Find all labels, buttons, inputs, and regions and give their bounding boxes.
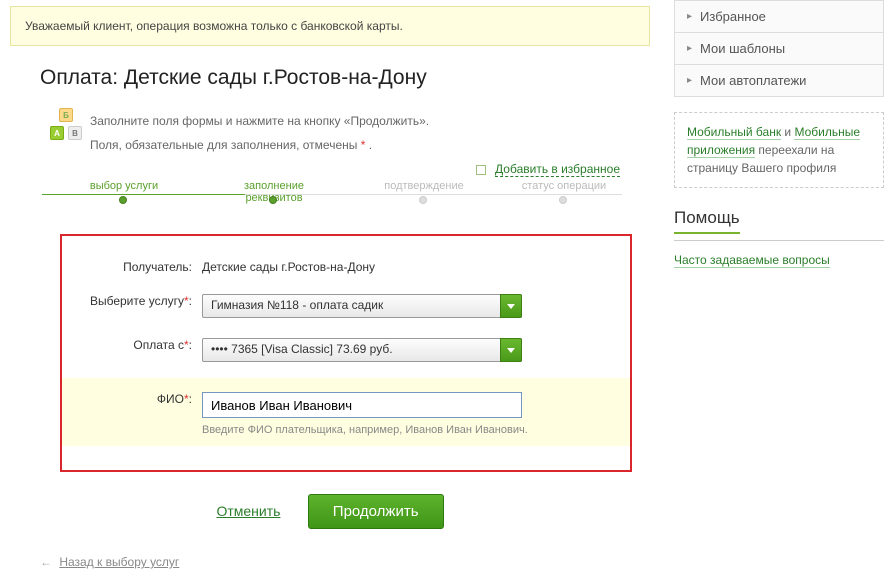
recipient-label: Получатель: <box>72 256 202 274</box>
faq-link[interactable]: Часто задаваемые вопросы <box>674 253 830 268</box>
sidebar-item-favorites[interactable]: ▸ Избранное <box>674 0 884 33</box>
help-section: Помощь <box>674 208 884 241</box>
checkbox-icon[interactable] <box>476 165 486 175</box>
sidebar-item-label: Избранное <box>700 9 766 24</box>
faq-link-row: Часто задаваемые вопросы <box>674 251 884 269</box>
progress-stepper: выбор услуги заполнение реквизитов подтв… <box>24 186 640 206</box>
step-fill-details: заполнение реквизитов <box>214 180 334 206</box>
chevron-down-icon[interactable] <box>500 338 522 362</box>
main-content: Уважаемый клиент, операция возможна толь… <box>0 0 660 569</box>
chevron-right-icon: ▸ <box>687 11 692 22</box>
form-actions: Отменить Продолжить <box>10 494 650 529</box>
service-select[interactable]: Гимназия №118 - оплата садик <box>202 294 522 318</box>
chevron-right-icon: ▸ <box>687 75 692 86</box>
icon-box-a: А <box>50 126 64 140</box>
sidebar: ▸ Избранное ▸ Мои шаблоны ▸ Мои автоплат… <box>674 0 884 269</box>
sidebar-item-templates[interactable]: ▸ Мои шаблоны <box>674 32 884 65</box>
fio-hint: Введите ФИО плательщика, например, Ивано… <box>202 424 610 436</box>
page-title: Оплата: Детские сады г.Ростов-на-Дону <box>40 66 650 90</box>
icon-box-b: Б <box>59 108 73 122</box>
payfrom-row: Оплата с*: •••• 7365 [Visa Classic] 73.6… <box>72 334 610 362</box>
step-confirmation: подтверждение <box>364 180 484 194</box>
fio-label: ФИО*: <box>72 388 202 406</box>
back-link-row: ← Назад к выбору услуг <box>40 555 650 569</box>
chevron-down-icon[interactable] <box>500 294 522 318</box>
sidebar-info-box: Мобильный банк и Мобильные приложения пе… <box>674 112 884 188</box>
mobile-bank-link[interactable]: Мобильный банк <box>687 125 781 140</box>
form-icon: Б А В <box>50 108 90 144</box>
payment-form: Получатель: Детские сады г.Ростов-на-Дон… <box>60 234 632 472</box>
icon-box-v: В <box>68 126 82 140</box>
fio-input[interactable] <box>202 392 522 418</box>
intro-line2: Поля, обязательные для заполнения, отмеч… <box>90 138 429 152</box>
service-row: Выберите услугу*: Гимназия №118 - оплата… <box>72 290 610 318</box>
intro-text: Заполните поля формы и нажмите на кнопку… <box>90 108 429 152</box>
sidebar-item-label: Мои автоплатежи <box>700 73 806 88</box>
continue-button[interactable]: Продолжить <box>308 494 444 529</box>
intro-block: Б А В Заполните поля формы и нажмите на … <box>50 108 650 152</box>
payfrom-label: Оплата с*: <box>72 334 202 352</box>
sidebar-item-label: Мои шаблоны <box>700 41 785 56</box>
intro-line1: Заполните поля формы и нажмите на кнопку… <box>90 114 429 128</box>
help-title: Помощь <box>674 208 740 234</box>
service-select-value: Гимназия №118 - оплата садик <box>202 294 522 318</box>
back-to-services-link[interactable]: Назад к выбору услуг <box>59 555 179 569</box>
add-to-favorites: Добавить в избранное <box>10 162 620 176</box>
payfrom-select[interactable]: •••• 7365 [Visa Classic] 73.69 руб. <box>202 338 522 362</box>
step-status: статус операции <box>504 180 624 194</box>
arrow-left-icon: ← <box>40 555 52 569</box>
fio-row: ФИО*: Введите ФИО плательщика, например,… <box>62 378 630 446</box>
alert-text: Уважаемый клиент, операция возможна толь… <box>25 19 403 33</box>
recipient-row: Получатель: Детские сады г.Ростов-на-Дон… <box>72 256 610 274</box>
sidebar-item-autopayments[interactable]: ▸ Мои автоплатежи <box>674 64 884 97</box>
service-label: Выберите услугу*: <box>72 290 202 308</box>
step-select-service: выбор услуги <box>64 180 184 194</box>
cancel-button[interactable]: Отменить <box>216 503 280 519</box>
alert-box: Уважаемый клиент, операция возможна толь… <box>10 6 650 46</box>
recipient-value: Детские сады г.Ростов-на-Дону <box>202 256 610 274</box>
payfrom-select-value: •••• 7365 [Visa Classic] 73.69 руб. <box>202 338 522 362</box>
add-favorites-link[interactable]: Добавить в избранное <box>495 162 620 177</box>
chevron-right-icon: ▸ <box>687 43 692 54</box>
